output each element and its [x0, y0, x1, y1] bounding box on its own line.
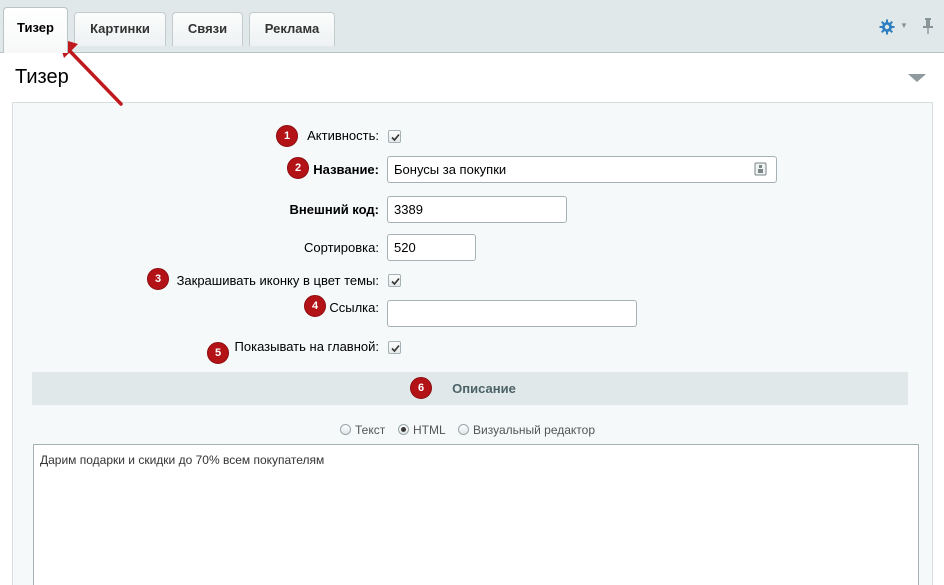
checkmark-icon	[391, 277, 400, 286]
annotation-badge-2: 2	[287, 157, 309, 179]
active-checkbox[interactable]	[388, 130, 401, 143]
name-label: Название:	[313, 162, 379, 177]
external-code-field[interactable]: 3389	[387, 196, 567, 223]
name-field[interactable]: Бонусы за покупки	[387, 156, 777, 183]
radio-text-label[interactable]: Текст	[355, 423, 385, 437]
description-header: Описание	[32, 372, 908, 405]
gear-icon[interactable]	[879, 19, 895, 35]
show-main-checkbox[interactable]	[388, 341, 401, 354]
pin-icon[interactable]	[920, 17, 936, 35]
annotation-badge-6: 6	[410, 377, 432, 399]
checkmark-icon	[391, 133, 400, 142]
translit-icon[interactable]	[754, 162, 767, 176]
link-field[interactable]	[387, 300, 637, 327]
external-code-label: Внешний код:	[289, 202, 379, 217]
annotation-badge-1: 1	[276, 125, 298, 147]
description-title: Описание	[452, 381, 516, 396]
tab-teaser[interactable]: Тизер	[3, 7, 68, 53]
sort-field[interactable]: 520	[387, 234, 476, 261]
description-textarea[interactable]: Дарим подарки и скидки до 70% всем покуп…	[33, 444, 919, 585]
checkmark-icon	[391, 344, 400, 353]
radio-html-label[interactable]: HTML	[413, 423, 446, 437]
annotation-badge-3: 3	[147, 268, 169, 290]
radio-visual-editor-label[interactable]: Визуальный редактор	[473, 423, 595, 437]
tab-bar: Тизер Картинки Связи Реклама ▼	[0, 0, 944, 53]
icon-color-checkbox[interactable]	[388, 274, 401, 287]
icon-color-label: Закрашивать иконку в цвет темы:	[176, 273, 379, 288]
sort-label: Сортировка:	[304, 240, 379, 255]
radio-text[interactable]	[340, 424, 351, 435]
chevron-down-icon[interactable]: ▼	[900, 21, 908, 30]
radio-visual-editor[interactable]	[458, 424, 469, 435]
tab-links[interactable]: Связи	[172, 12, 243, 46]
annotation-badge-4: 4	[304, 295, 326, 317]
annotation-badge-5: 5	[207, 342, 229, 364]
active-label: Активность:	[307, 128, 379, 143]
show-main-label: Показывать на главной:	[234, 339, 379, 354]
radio-html[interactable]	[398, 424, 409, 435]
link-label: Ссылка:	[329, 300, 379, 315]
tab-advertising[interactable]: Реклама	[249, 12, 335, 46]
collapse-arrow-icon[interactable]	[908, 74, 926, 82]
